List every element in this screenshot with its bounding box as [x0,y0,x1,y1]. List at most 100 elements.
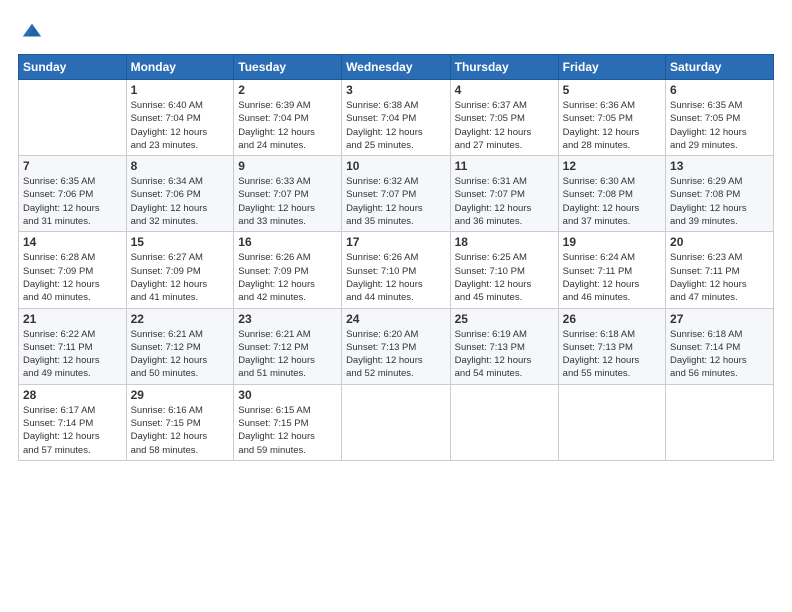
calendar-cell: 30Sunrise: 6:15 AM Sunset: 7:15 PM Dayli… [234,384,342,460]
day-info: Sunrise: 6:26 AM Sunset: 7:10 PM Dayligh… [346,251,446,304]
day-number: 17 [346,235,446,249]
calendar-cell: 28 Sunrise: 6:17 AM Sunset: 7:14 PM Dayli… [19,384,127,460]
day-number: 8 [131,159,230,173]
day-info: Sunrise: 6:32 AM Sunset: 7:07 PM Dayligh… [346,175,446,228]
calendar-week-2: 7 Sunrise: 6:35 AM Sunset: 7:06 PM Daylig… [19,156,774,232]
day-info: Sunrise: 6:25 AM Sunset: 7:10 PM Dayligh… [455,251,554,304]
calendar-cell: 18 Sunrise: 6:25 AM Sunset: 7:10 PM Dayli… [450,232,558,308]
calendar-cell [558,384,665,460]
day-number: 14 [23,235,122,249]
day-info: Sunrise: 6:34 AM Sunset: 7:06 PM Dayligh… [131,175,230,228]
calendar-cell: 4Sunrise: 6:37 AM Sunset: 7:05 PM Daylig… [450,80,558,156]
calendar-header-row: SundayMondayTuesdayWednesdayThursdayFrid… [19,55,774,80]
calendar-header-tuesday: Tuesday [234,55,342,80]
calendar-cell: 10 Sunrise: 6:32 AM Sunset: 7:07 PM Dayli… [342,156,451,232]
day-info: Sunrise: 6:20 AM Sunset: 7:13 PM Dayligh… [346,328,446,381]
calendar-cell: 24 Sunrise: 6:20 AM Sunset: 7:13 PM Dayli… [342,308,451,384]
day-info: Sunrise: 6:21 AM Sunset: 7:12 PM Dayligh… [131,328,230,381]
calendar-cell: 5Sunrise: 6:36 AM Sunset: 7:05 PM Daylig… [558,80,665,156]
day-info: Sunrise: 6:29 AM Sunset: 7:08 PM Dayligh… [670,175,769,228]
calendar-header-sunday: Sunday [19,55,127,80]
day-info: Sunrise: 6:15 AM Sunset: 7:15 PM Dayligh… [238,404,337,457]
day-info: Sunrise: 6:23 AM Sunset: 7:11 PM Dayligh… [670,251,769,304]
day-number: 10 [346,159,446,173]
day-number: 6 [670,83,769,97]
calendar-cell: 22 Sunrise: 6:21 AM Sunset: 7:12 PM Dayli… [126,308,234,384]
day-info: Sunrise: 6:36 AM Sunset: 7:05 PM Dayligh… [563,99,661,152]
calendar-cell: 12 Sunrise: 6:30 AM Sunset: 7:08 PM Dayli… [558,156,665,232]
day-info: Sunrise: 6:27 AM Sunset: 7:09 PM Dayligh… [131,251,230,304]
calendar-week-3: 14 Sunrise: 6:28 AM Sunset: 7:09 PM Dayli… [19,232,774,308]
day-info: Sunrise: 6:24 AM Sunset: 7:11 PM Dayligh… [563,251,661,304]
calendar-cell: 29 Sunrise: 6:16 AM Sunset: 7:15 PM Dayli… [126,384,234,460]
calendar-header-wednesday: Wednesday [342,55,451,80]
calendar-header-monday: Monday [126,55,234,80]
calendar-cell [666,384,774,460]
day-info: Sunrise: 6:18 AM Sunset: 7:13 PM Dayligh… [563,328,661,381]
calendar-cell [450,384,558,460]
calendar-cell: 8 Sunrise: 6:34 AM Sunset: 7:06 PM Daylig… [126,156,234,232]
day-number: 2 [238,83,337,97]
calendar-cell: 9 Sunrise: 6:33 AM Sunset: 7:07 PM Daylig… [234,156,342,232]
calendar-cell: 21 Sunrise: 6:22 AM Sunset: 7:11 PM Dayli… [19,308,127,384]
calendar-cell: 25 Sunrise: 6:19 AM Sunset: 7:13 PM Dayli… [450,308,558,384]
calendar-week-5: 28 Sunrise: 6:17 AM Sunset: 7:14 PM Dayli… [19,384,774,460]
day-number: 3 [346,83,446,97]
day-number: 22 [131,312,230,326]
day-info: Sunrise: 6:39 AM Sunset: 7:04 PM Dayligh… [238,99,337,152]
day-info: Sunrise: 6:33 AM Sunset: 7:07 PM Dayligh… [238,175,337,228]
day-info: Sunrise: 6:28 AM Sunset: 7:09 PM Dayligh… [23,251,122,304]
calendar-cell: 27 Sunrise: 6:18 AM Sunset: 7:14 PM Dayli… [666,308,774,384]
calendar-cell: 16 Sunrise: 6:26 AM Sunset: 7:09 PM Dayli… [234,232,342,308]
calendar-week-4: 21 Sunrise: 6:22 AM Sunset: 7:11 PM Dayli… [19,308,774,384]
calendar-cell: 6 Sunrise: 6:35 AM Sunset: 7:05 PM Daylig… [666,80,774,156]
day-info: Sunrise: 6:35 AM Sunset: 7:06 PM Dayligh… [23,175,122,228]
calendar-cell: 11Sunrise: 6:31 AM Sunset: 7:07 PM Dayli… [450,156,558,232]
day-info: Sunrise: 6:22 AM Sunset: 7:11 PM Dayligh… [23,328,122,381]
day-number: 21 [23,312,122,326]
header [18,18,774,42]
day-number: 19 [563,235,661,249]
calendar-header-saturday: Saturday [666,55,774,80]
calendar-cell [342,384,451,460]
calendar-cell: 20 Sunrise: 6:23 AM Sunset: 7:11 PM Dayli… [666,232,774,308]
calendar-cell: 13 Sunrise: 6:29 AM Sunset: 7:08 PM Dayli… [666,156,774,232]
calendar-week-1: 1 Sunrise: 6:40 AM Sunset: 7:04 PM Daylig… [19,80,774,156]
day-number: 1 [131,83,230,97]
page: SundayMondayTuesdayWednesdayThursdayFrid… [0,0,792,471]
calendar-cell: 2 Sunrise: 6:39 AM Sunset: 7:04 PM Daylig… [234,80,342,156]
logo [18,18,43,42]
day-info: Sunrise: 6:35 AM Sunset: 7:05 PM Dayligh… [670,99,769,152]
day-number: 27 [670,312,769,326]
day-info: Sunrise: 6:17 AM Sunset: 7:14 PM Dayligh… [23,404,122,457]
day-info: Sunrise: 6:18 AM Sunset: 7:14 PM Dayligh… [670,328,769,381]
calendar-cell: 3Sunrise: 6:38 AM Sunset: 7:04 PM Daylig… [342,80,451,156]
day-number: 18 [455,235,554,249]
calendar: SundayMondayTuesdayWednesdayThursdayFrid… [18,54,774,461]
day-number: 4 [455,83,554,97]
calendar-cell: 23Sunrise: 6:21 AM Sunset: 7:12 PM Dayli… [234,308,342,384]
day-number: 26 [563,312,661,326]
day-info: Sunrise: 6:30 AM Sunset: 7:08 PM Dayligh… [563,175,661,228]
day-info: Sunrise: 6:40 AM Sunset: 7:04 PM Dayligh… [131,99,230,152]
calendar-cell: 19 Sunrise: 6:24 AM Sunset: 7:11 PM Dayli… [558,232,665,308]
day-number: 9 [238,159,337,173]
day-number: 20 [670,235,769,249]
day-number: 24 [346,312,446,326]
calendar-header-thursday: Thursday [450,55,558,80]
day-number: 12 [563,159,661,173]
day-number: 28 [23,388,122,402]
day-info: Sunrise: 6:16 AM Sunset: 7:15 PM Dayligh… [131,404,230,457]
day-number: 13 [670,159,769,173]
calendar-cell [19,80,127,156]
day-number: 25 [455,312,554,326]
day-info: Sunrise: 6:26 AM Sunset: 7:09 PM Dayligh… [238,251,337,304]
day-number: 29 [131,388,230,402]
day-info: Sunrise: 6:19 AM Sunset: 7:13 PM Dayligh… [455,328,554,381]
day-number: 16 [238,235,337,249]
day-number: 7 [23,159,122,173]
day-number: 15 [131,235,230,249]
calendar-cell: 14 Sunrise: 6:28 AM Sunset: 7:09 PM Dayli… [19,232,127,308]
calendar-cell: 26 Sunrise: 6:18 AM Sunset: 7:13 PM Dayli… [558,308,665,384]
calendar-header-friday: Friday [558,55,665,80]
